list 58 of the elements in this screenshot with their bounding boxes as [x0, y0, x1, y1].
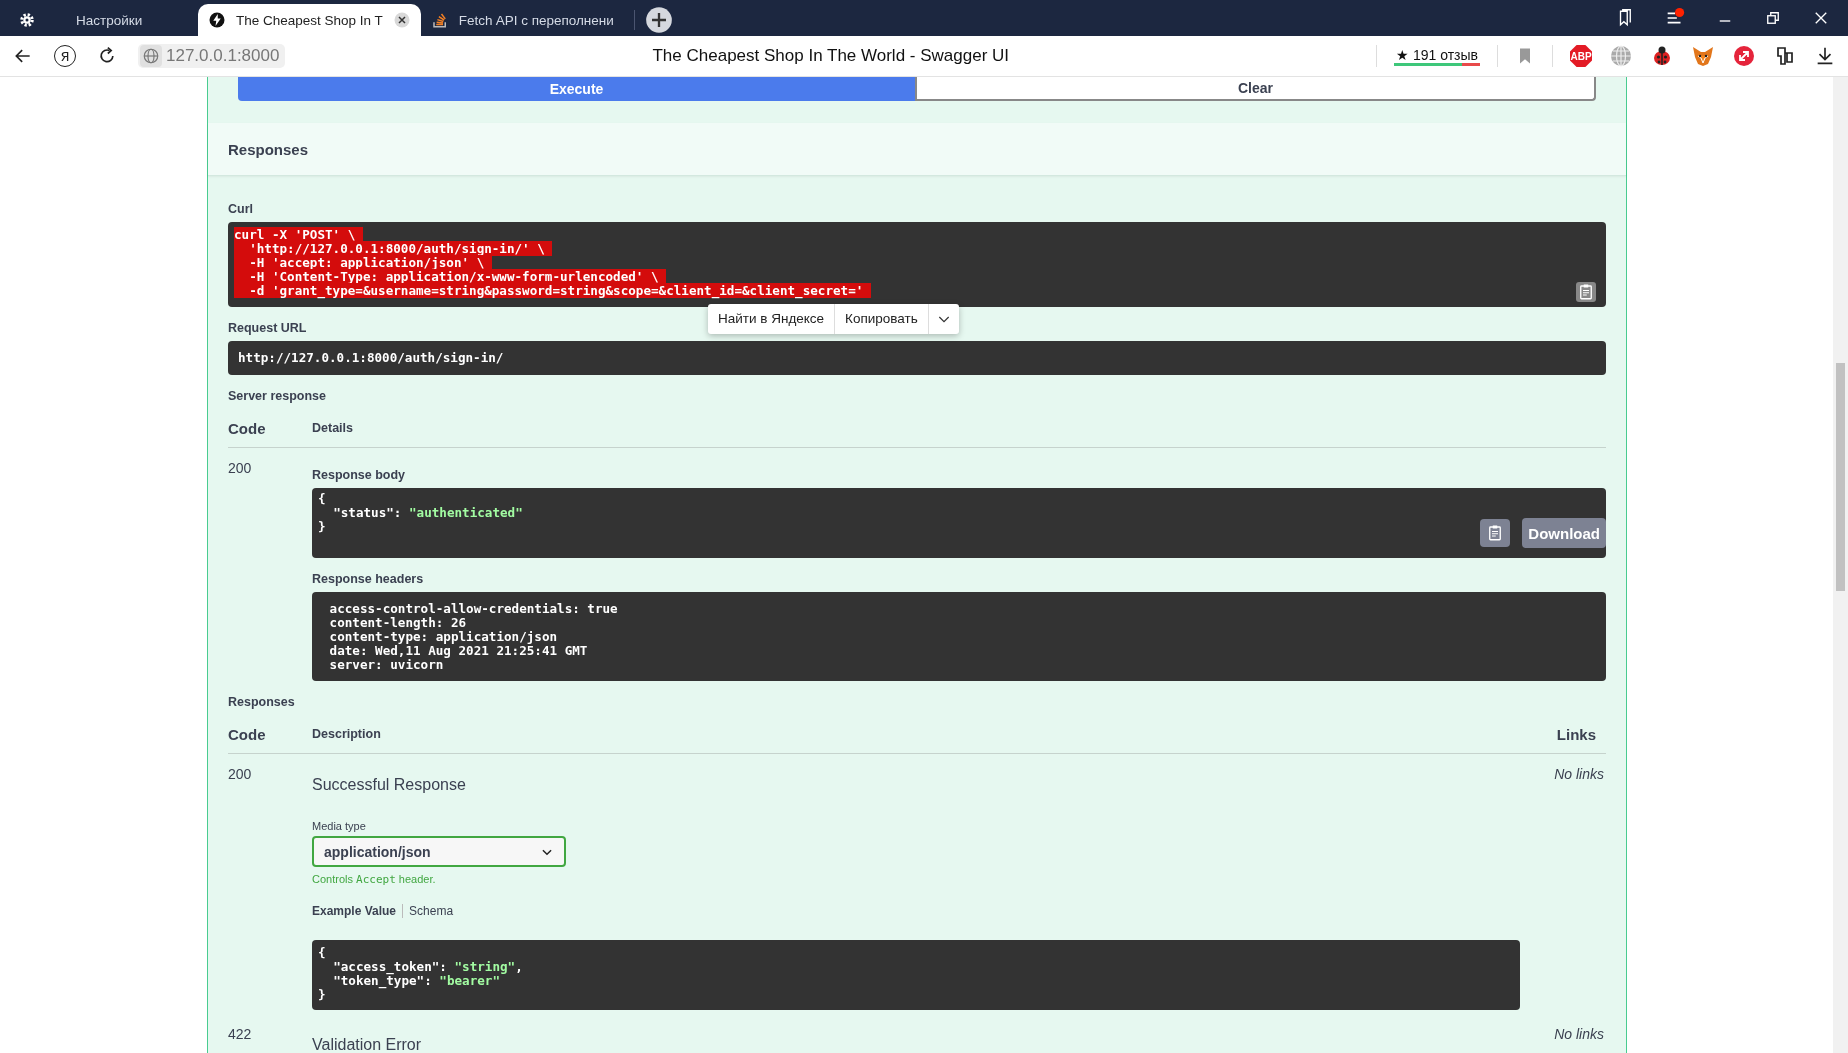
restore-icon[interactable] [1764, 9, 1782, 27]
stack-icon [430, 11, 449, 29]
field-label: Media type [312, 820, 367, 832]
adblock-badge[interactable]: ABP [1570, 45, 1592, 67]
status-code: 422 [228, 1026, 253, 1044]
links-text: No links [1553, 766, 1605, 784]
response-headers: access-control-allow-credentials: true content-length: 26 content-type: application/json date: Wed,11 Aug 2021 21:25:41 GMT server: uvicorn [312, 592, 1606, 681]
example-tab[interactable]: Example Value [312, 904, 403, 918]
menu-item[interactable]: Найти в Яндексе [708, 304, 836, 334]
page-title: The Cheapest Shop In The World - Swagger UI [651, 46, 1011, 66]
browser-tab[interactable]: Fetch API с переполнени [420, 4, 624, 36]
menu-item[interactable]: Копировать [835, 304, 929, 334]
address-field[interactable]: 127.0.0.1:8000 [138, 44, 286, 68]
gear-icon [18, 11, 36, 29]
response-description: Validation Error [312, 1036, 423, 1053]
arrow-circle-icon[interactable] [1732, 44, 1756, 68]
curl-code-block: curl -X 'POST' \ 'http://127.0.0.1:8000/auth/sign-in/' \ -H 'accept: application/json' \ -H 'Content-Type: application/x-www-form-urlencoded' \ -d 'grant_type=&username=string&password=string&scope=&client_id=&client_secret=' [228, 222, 1606, 307]
yandex-button[interactable]: Я [54, 45, 76, 67]
new-tab-button[interactable] [644, 6, 673, 34]
browser-tab[interactable]: The Cheapest Shop In T [198, 4, 421, 36]
scrollbar[interactable] [1833, 77, 1848, 1053]
globe-icon [140, 45, 162, 67]
browser-tab[interactable]: Настройки [8, 4, 198, 36]
scrollbar-thumb[interactable] [1836, 363, 1845, 591]
status-code: 200 [228, 766, 253, 784]
copy-button[interactable] [1480, 519, 1511, 547]
copy-icon[interactable] [1576, 282, 1596, 302]
clear-button[interactable]: Clear [915, 77, 1596, 101]
field-label: Request URL [228, 321, 308, 335]
tab-title: Настройки [75, 12, 143, 28]
url-text: 127.0.0.1:8000 [166, 46, 280, 66]
bolt-icon [208, 11, 226, 29]
column-header: Code [228, 725, 267, 743]
column-header: Links [1556, 725, 1597, 743]
field-label: Curl [228, 202, 254, 216]
execute-button[interactable]: Execute [238, 77, 915, 101]
fox-icon[interactable] [1691, 44, 1715, 68]
status-code: 200 [228, 460, 253, 478]
request-url: http://127.0.0.1:8000/auth/sign-in/ [228, 341, 1606, 375]
column-header: Details [312, 421, 354, 435]
column-header: Code [228, 419, 267, 437]
close-icon[interactable] [392, 11, 411, 29]
example-tab[interactable]: Schema [402, 904, 460, 918]
tab-title: Fetch API с переполнени [458, 12, 614, 28]
field-label: Server response [228, 389, 327, 403]
section-title: Responses [228, 140, 309, 158]
links-text: No links [1553, 1026, 1605, 1044]
download-button[interactable]: Download [1522, 518, 1606, 548]
field-label: Response body [312, 468, 407, 482]
response-description: Successful Response [312, 776, 467, 794]
hint-text: Controls Accept header. [312, 873, 437, 886]
tab-title: The Cheapest Shop In T [236, 12, 383, 28]
field-label: Responses [228, 695, 296, 709]
column-header: Description [312, 727, 382, 741]
example-code-block: { "access_token": "string", "token_type": "bearer" } [312, 940, 1520, 1010]
reviews-badge[interactable]: ★ 191 отзыв [1394, 46, 1480, 66]
field-label: Response headers [312, 572, 425, 586]
media-type-select[interactable]: application/json [312, 836, 566, 867]
